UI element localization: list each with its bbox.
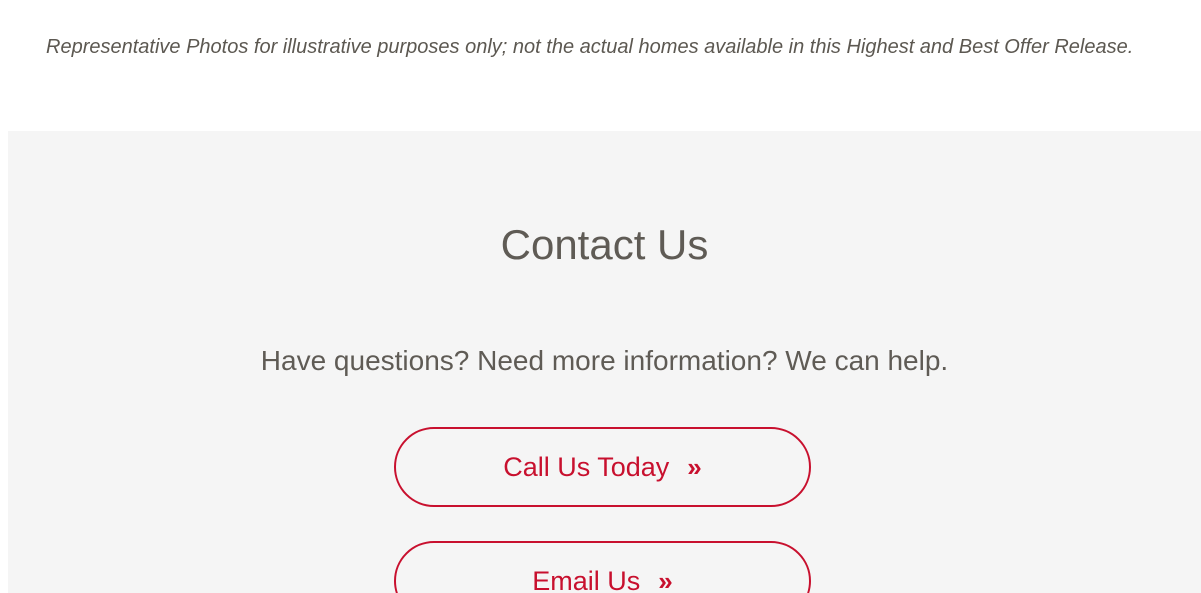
double-chevron-right-icon: » [687,452,702,482]
contact-subtitle: Have questions? Need more information? W… [260,345,949,376]
disclaimer-text: Representative Photos for illustrative p… [46,36,1134,58]
call-us-today-label: Call Us Today [503,451,670,482]
double-chevron-right-icon: » [658,566,673,593]
call-us-today-button[interactable]: Call Us Today » [394,427,811,507]
contact-section: Contact Us Have questions? Need more inf… [8,131,1201,593]
email-us-button[interactable]: Email Us » [394,541,811,593]
email-us-label: Email Us [532,565,641,593]
contact-title: Contact Us [500,221,709,268]
